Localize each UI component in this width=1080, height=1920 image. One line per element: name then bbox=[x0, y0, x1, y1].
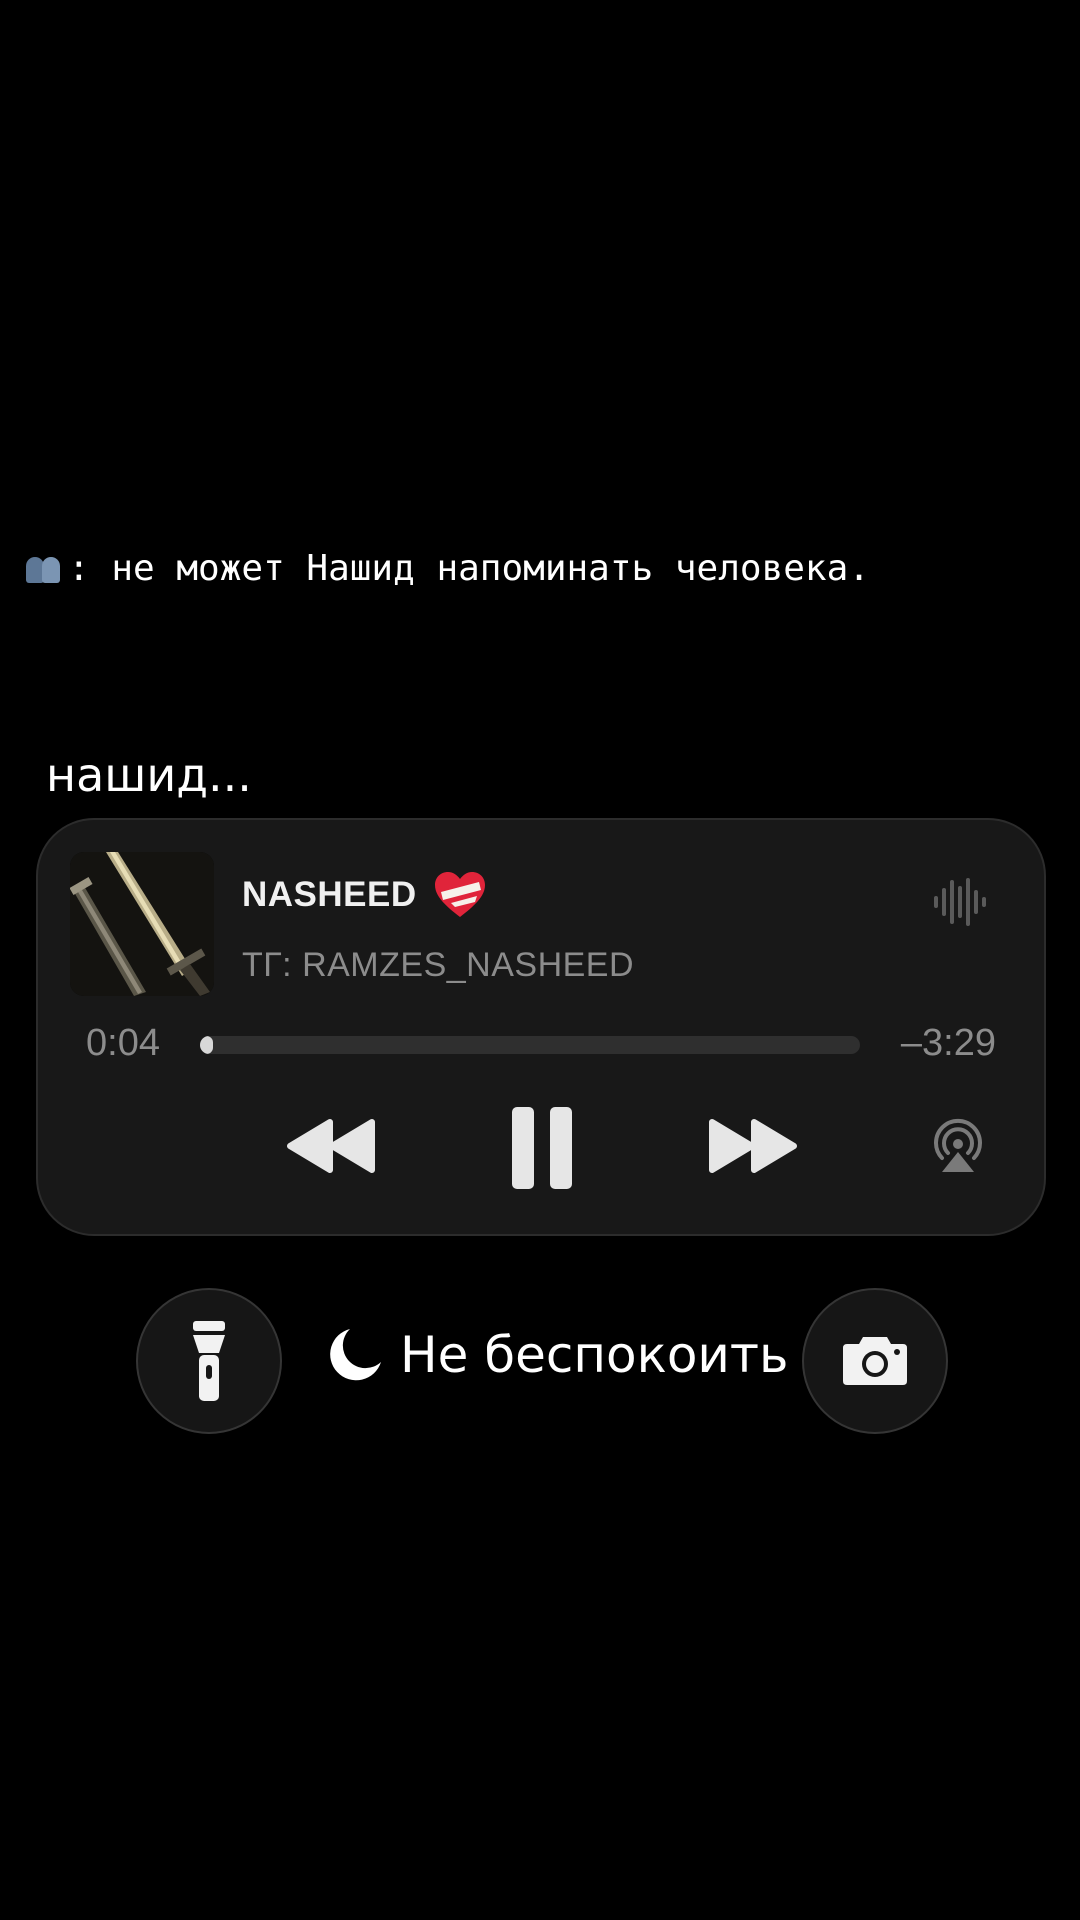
airplay-icon bbox=[934, 1118, 982, 1172]
mending-heart-icon bbox=[434, 872, 485, 917]
do-not-disturb-label: Не беспокоить bbox=[400, 1326, 789, 1384]
flashlight-button[interactable] bbox=[136, 1288, 282, 1434]
camera-icon bbox=[843, 1337, 907, 1385]
moon-icon bbox=[330, 1329, 381, 1381]
remaining-time: –3:29 bbox=[900, 1022, 996, 1064]
people-emoji-icon bbox=[24, 551, 64, 587]
camera-button[interactable] bbox=[802, 1288, 948, 1434]
album-cover[interactable] bbox=[70, 852, 214, 996]
caption-line: : не может Нашид напоминать человека. bbox=[24, 548, 870, 589]
pause-icon bbox=[512, 1107, 572, 1189]
rewind-icon bbox=[287, 1119, 375, 1173]
track-title: NASHEED bbox=[242, 875, 417, 914]
caption-text: : не может Нашид напоминать человека. bbox=[68, 548, 870, 589]
progress-bar[interactable] bbox=[200, 1036, 860, 1054]
do-not-disturb-toggle[interactable]: Не беспокоить bbox=[326, 1326, 789, 1384]
flashlight-icon bbox=[193, 1321, 225, 1401]
now-playing-card[interactable]: NASHEED ТГ: RAMZES_NASHEED 0:04 –3:29 bbox=[36, 818, 1046, 1236]
track-title-row: NASHEED bbox=[242, 870, 487, 920]
progress-fill bbox=[200, 1036, 214, 1054]
subtitle: нашид... bbox=[46, 748, 252, 802]
elapsed-time: 0:04 bbox=[86, 1022, 160, 1064]
sword-artwork-icon bbox=[70, 852, 214, 996]
pause-button[interactable] bbox=[510, 1105, 574, 1191]
fast-forward-icon bbox=[709, 1119, 797, 1173]
forward-button[interactable] bbox=[706, 1118, 798, 1174]
airplay-button[interactable] bbox=[930, 1118, 986, 1174]
waveform-icon[interactable] bbox=[932, 876, 990, 928]
track-artist: ТГ: RAMZES_NASHEED bbox=[242, 946, 635, 984]
rewind-button[interactable] bbox=[286, 1118, 378, 1174]
